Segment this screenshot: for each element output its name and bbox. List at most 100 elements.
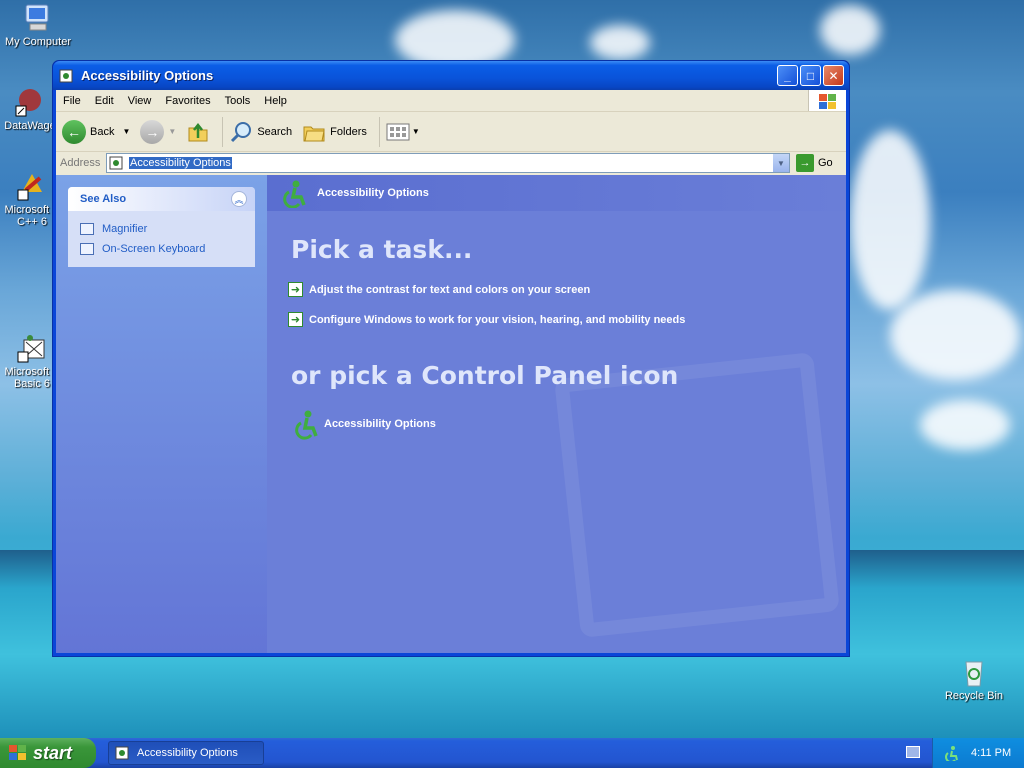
menu-edit[interactable]: Edit xyxy=(88,95,121,107)
back-button[interactable]: ← Back ▼ xyxy=(62,119,130,144)
accessibility-icon xyxy=(283,180,306,208)
magnifier-icon xyxy=(80,223,94,235)
close-button[interactable]: ✕ xyxy=(823,65,844,86)
menu-file[interactable]: File xyxy=(56,95,88,107)
task-link-label: Adjust the contrast for text and colors … xyxy=(309,283,591,296)
back-arrow-icon: ← xyxy=(62,119,86,144)
search-label: Search xyxy=(257,125,293,138)
go-arrow-icon: → xyxy=(796,154,814,172)
explorer-window: Accessibility Options _ □ ✕ File Edit Vi… xyxy=(52,60,850,657)
windows-flag-icon xyxy=(9,745,26,760)
menu-view[interactable]: View xyxy=(121,95,159,107)
system-tray: 4:11 PM xyxy=(932,738,1024,768)
menu-favorites[interactable]: Favorites xyxy=(158,95,217,107)
desktop-icon-my-computer[interactable]: My Computer xyxy=(0,2,76,48)
cloud xyxy=(820,5,880,55)
computer-icon xyxy=(22,2,54,34)
folders-icon xyxy=(303,126,325,141)
visual-basic-icon xyxy=(16,332,48,364)
see-also-body: Magnifier On-Screen Keyboard xyxy=(68,211,255,267)
toolbar: ← Back ▼ → ▼ Search Folders ▼ xyxy=(56,112,846,152)
address-label: Address xyxy=(60,157,101,169)
control-panel-icon-accessibility[interactable]: Accessibility Options xyxy=(288,408,436,440)
main-panel: Accessibility Options Pick a task... ➜ A… xyxy=(267,175,846,653)
views-icon xyxy=(386,123,410,140)
address-dropdown-icon[interactable]: ▼ xyxy=(773,154,789,172)
toolbar-separator xyxy=(378,116,380,147)
desktop-icon-recycle-bin[interactable]: Recycle Bin xyxy=(936,656,1012,702)
views-button[interactable]: ▼ xyxy=(386,122,420,142)
window-body: File Edit View Favorites Tools Help ← Ba… xyxy=(56,90,846,653)
windows-logo-icon xyxy=(808,90,846,111)
collapse-chevron-icon[interactable]: ︽ xyxy=(231,191,247,207)
see-also-header[interactable]: See Also ︽ xyxy=(68,187,255,211)
maximize-button[interactable]: □ xyxy=(800,65,821,86)
minimize-button[interactable]: _ xyxy=(777,65,798,86)
keyboard-icon[interactable] xyxy=(906,746,920,758)
up-folder-button[interactable] xyxy=(186,120,210,144)
maximize-icon: □ xyxy=(806,68,815,83)
window-title: Accessibility Options xyxy=(81,68,214,83)
views-dropdown-icon: ▼ xyxy=(411,127,420,136)
forward-arrow-icon: → xyxy=(140,119,165,144)
cloud xyxy=(890,290,1020,380)
accessibility-tray-icon[interactable] xyxy=(943,745,959,761)
cloud xyxy=(590,25,650,60)
taskbar: start Accessibility Options 4:11 PM xyxy=(0,738,1024,768)
go-label: Go xyxy=(818,157,833,169)
minimize-icon: _ xyxy=(784,68,791,83)
clock[interactable]: 4:11 PM xyxy=(971,747,1011,759)
see-also-item-label: On-Screen Keyboard xyxy=(102,243,206,255)
start-label: start xyxy=(33,742,73,763)
window-icon xyxy=(59,69,73,82)
address-bar: Address Accessibility Options ▼ → Go xyxy=(56,152,846,174)
forward-dropdown-icon[interactable]: ▼ xyxy=(168,127,176,136)
control-panel-icon-label: Accessibility Options xyxy=(324,418,436,430)
cloud xyxy=(850,130,930,310)
pick-icon-heading: or pick a Control Panel icon xyxy=(291,361,679,390)
task-link-contrast[interactable]: ➜ Adjust the contrast for text and color… xyxy=(288,282,590,297)
menu-tools[interactable]: Tools xyxy=(218,95,258,107)
see-also-panel: See Also ︽ Magnifier On-Screen Keyboard xyxy=(68,187,255,267)
desktop-icon-label: My Computer xyxy=(4,36,72,48)
menu-bar: File Edit View Favorites Tools Help xyxy=(56,90,846,112)
address-value: Accessibility Options xyxy=(129,157,232,169)
taskbar-button-label: Accessibility Options xyxy=(137,747,238,759)
task-pane: See Also ︽ Magnifier On-Screen Keyboard xyxy=(56,175,267,653)
see-also-title: See Also xyxy=(80,193,127,205)
content-area: See Also ︽ Magnifier On-Screen Keyboard xyxy=(56,175,846,653)
taskbar-button-accessibility[interactable]: Accessibility Options xyxy=(108,741,264,765)
menu-help[interactable]: Help xyxy=(257,95,294,107)
forward-button[interactable]: → ▼ xyxy=(140,119,176,144)
cloud xyxy=(920,400,1010,450)
see-also-item-label: Magnifier xyxy=(102,223,148,235)
folders-label: Folders xyxy=(330,125,367,138)
start-button[interactable]: start xyxy=(0,738,96,768)
visual-cpp-icon xyxy=(16,170,48,202)
search-icon xyxy=(231,121,252,142)
accessibility-small-icon xyxy=(115,746,129,760)
task-arrow-icon: ➜ xyxy=(288,312,303,327)
accessibility-icon xyxy=(295,410,318,440)
see-also-item-magnifier[interactable]: Magnifier xyxy=(80,219,243,239)
watermark-checkmark-icon xyxy=(554,352,840,638)
category-header: Accessibility Options xyxy=(267,175,846,211)
category-title: Accessibility Options xyxy=(317,187,429,199)
task-link-label: Configure Windows to work for your visio… xyxy=(309,313,686,326)
datawage-icon xyxy=(14,86,46,118)
folders-button[interactable]: Folders xyxy=(302,120,367,144)
task-arrow-icon: ➜ xyxy=(288,282,303,297)
task-link-configure[interactable]: ➜ Configure Windows to work for your vis… xyxy=(288,312,685,327)
back-label: Back xyxy=(90,125,115,138)
see-also-item-keyboard[interactable]: On-Screen Keyboard xyxy=(80,239,243,259)
search-button[interactable]: Search xyxy=(229,120,292,144)
close-icon: ✕ xyxy=(828,68,839,83)
go-button[interactable]: → Go xyxy=(796,154,833,172)
title-bar[interactable]: Accessibility Options _ □ ✕ xyxy=(53,61,849,90)
keyboard-icon xyxy=(80,243,94,255)
toolbar-separator xyxy=(222,116,224,147)
recycle-bin-icon xyxy=(958,656,990,688)
back-dropdown-icon[interactable]: ▼ xyxy=(122,127,130,136)
desktop-icon-label: Recycle Bin xyxy=(944,690,1004,702)
address-input[interactable]: Accessibility Options ▼ xyxy=(106,153,790,173)
